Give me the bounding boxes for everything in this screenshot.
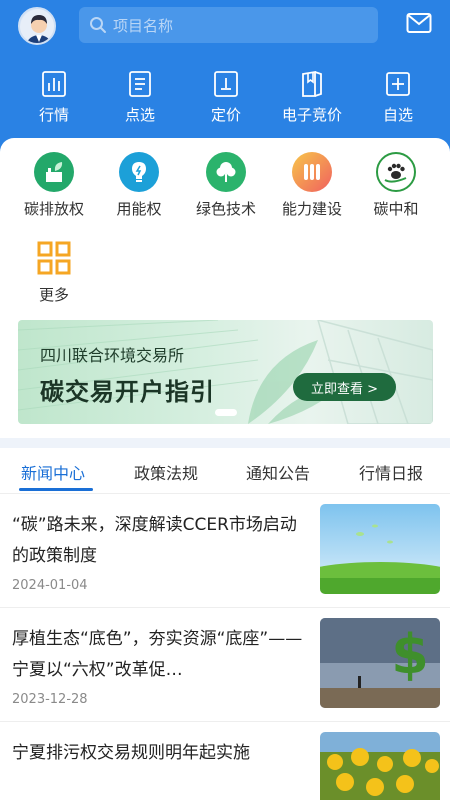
quick-menu-label: 碳排放权 [23,200,84,218]
news-title: “碳”路未来，深度解读CCER市场启动的政策制度 [12,515,297,566]
top-nav-item-bidding[interactable]: 电子竞价 [269,70,355,130]
avatar-icon [20,9,54,43]
news-thumbnail: $ [320,618,440,708]
news-item[interactable]: “碳”路未来，深度解读CCER市场启动的政策制度 2024-01-04 [0,494,450,608]
banner-subtitle: 四川联合环境交易所 [40,346,185,365]
top-nav: 行情 点选 定价 电子竞价 自选 [0,70,450,130]
list-document-icon [129,71,151,97]
banner-title: 碳交易开户指引 [40,378,215,406]
top-nav-item-select[interactable]: 点选 [97,70,183,130]
user-avatar[interactable] [18,7,56,45]
mail-icon[interactable] [406,12,432,34]
news-title: 宁夏排污权交易规则明年起实施 [12,743,250,763]
news-tabs: 新闻中心 政策法规 通知公告 行情日报 [0,448,450,494]
quick-menu-carbon-neutral[interactable]: 碳中和 [356,152,436,219]
lightbulb-icon [119,152,159,192]
quick-menu-label: 用能权 [116,200,162,218]
market-chart-icon [42,71,66,97]
section-divider [0,438,450,448]
top-nav-label: 点选 [124,106,155,124]
top-nav-label: 电子竞价 [281,106,342,124]
news-item[interactable]: 宁夏排污权交易规则明年起实施 [0,722,450,800]
app-header: 项目名称 行情 点选 定价 电子竞价 自选 [0,0,450,160]
svg-text:$: $ [391,623,429,686]
add-favorite-icon [386,72,410,96]
capacity-bars-icon [292,152,332,192]
price-tag-icon [214,71,238,97]
active-tab-indicator [19,488,93,491]
promo-banner[interactable]: 四川联合环境交易所 碳交易开户指引 立即查看 > [18,320,433,424]
quick-menu-label: 能力建设 [281,200,342,218]
quick-menu-more[interactable]: 更多 [14,238,94,305]
grid-more-icon [34,238,74,278]
tree-icon [206,152,246,192]
top-nav-label: 定价 [210,106,241,124]
main-panel: 碳排放权 用能权 绿色技术 能力建设 碳中和 更多 四川联合环境交易所 碳交易开… [0,138,450,438]
tab-notice[interactable]: 通知公告 [246,460,310,484]
banner-view-button[interactable]: 立即查看 > [293,373,396,401]
news-date: 2023-12-28 [12,692,88,707]
paw-leaf-icon [376,152,416,192]
quick-menu-label: 更多 [38,286,69,304]
top-nav-item-favorite[interactable]: 自选 [355,70,441,130]
quick-menu-label: 碳中和 [373,200,419,218]
carousel-indicator [215,409,237,416]
top-nav-label: 行情 [38,106,69,124]
quick-menu-capacity[interactable]: 能力建设 [272,152,352,219]
search-placeholder: 项目名称 [113,16,174,35]
quick-menu-label: 绿色技术 [195,200,256,218]
quick-menu-energy-right[interactable]: 用能权 [99,152,179,219]
news-thumbnail [320,732,440,800]
top-nav-item-market[interactable]: 行情 [11,70,97,130]
tab-news-center[interactable]: 新闻中心 [21,460,85,484]
top-nav-item-pricing[interactable]: 定价 [183,70,269,130]
factory-leaf-icon [34,152,74,192]
news-date: 2024-01-04 [12,578,88,593]
quick-menu-carbon-emission[interactable]: 碳排放权 [14,152,94,219]
news-title: 厚植生态“底色”，夯实资源“底座”——宁夏以“六权”改革促… [12,629,303,680]
quick-menu-green-tech[interactable]: 绿色技术 [186,152,266,219]
top-nav-label: 自选 [382,106,413,124]
search-bar[interactable]: 项目名称 [79,7,378,43]
search-icon [90,17,106,33]
tab-daily-market[interactable]: 行情日报 [359,460,423,484]
bidding-book-icon [302,70,322,97]
news-thumbnail [320,504,440,594]
news-item[interactable]: 厚植生态“底色”，夯实资源“底座”——宁夏以“六权”改革促… 2023-12-2… [0,608,450,722]
tab-policy[interactable]: 政策法规 [134,460,198,484]
